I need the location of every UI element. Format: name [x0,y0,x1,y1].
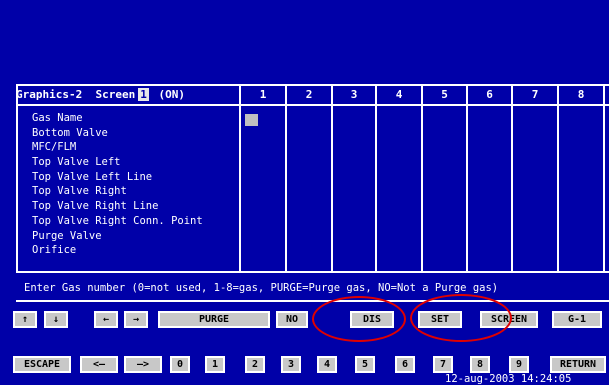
screen-title: Graphics-2 Screen 1 (ON) [16,88,185,101]
grid-col-divider-3 [375,84,377,273]
row-label-top-valve-right-line: Top Valve Right Line [32,200,159,213]
digit-key-6[interactable]: 6 [395,356,415,373]
digit-key-5[interactable]: 5 [355,356,375,373]
digit-key-7[interactable]: 7 [433,356,453,373]
no-button[interactable]: NO [276,311,308,328]
digit-key-2[interactable]: 2 [245,356,265,373]
screen-state: (ON) [158,88,185,101]
column-header-5: 5 [441,88,448,101]
grid-header-line [16,104,609,106]
status-time: 14:24:05 [520,373,572,385]
grid-col-divider-6 [511,84,513,273]
grid-right-edge [603,84,605,273]
row-labels: Gas Name Bottom Valve MFC/FLM Top Valve … [32,111,237,258]
arrow-down-button[interactable]: ↓ [44,311,68,328]
row-label-top-valve-left-line: Top Valve Left Line [32,170,153,183]
grid-left-edge [16,84,18,273]
column-header-8: 8 [577,88,585,101]
column-header-3: 3 [350,88,358,101]
row-label-top-valve-left: Top Valve Left [32,156,121,169]
status-datetime: 12-aug-2003 14:24:05 [445,373,571,385]
g1-button[interactable]: G-1 [552,311,602,328]
grid-col-divider-4 [421,84,423,273]
screen-title-prefix: Graphics-2 Screen [16,88,136,101]
column-header-7: 7 [531,88,539,101]
digit-key-8[interactable]: 8 [470,356,490,373]
purge-button[interactable]: PURGE [158,311,270,328]
digit-key-9[interactable]: 9 [509,356,529,373]
annotation-circle-set [410,294,512,342]
status-date: 12-aug-2003 [445,373,515,385]
row-label-top-valve-right: Top Valve Right [32,185,127,198]
prompt-message: Enter Gas number (0=not used, 1-8=gas, P… [24,282,499,294]
back-key[interactable]: <— [80,356,118,373]
grid-bottom-line [16,271,609,273]
digit-key-0[interactable]: 0 [170,356,190,373]
column-header-6: 6 [486,88,493,101]
grid-label-divider [239,84,241,273]
column-header-1: 1 [259,88,267,101]
arrow-left-button[interactable]: ← [94,311,118,328]
row-label-bottom-valve: Bottom Valve [32,126,108,139]
message-divider [16,300,609,302]
escape-key[interactable]: ESCAPE [13,356,71,373]
digit-key-1[interactable]: 1 [205,356,225,373]
column-header-4: 4 [395,88,403,101]
grid-col-divider-1 [285,84,287,273]
column-header-2: 2 [305,88,313,101]
grid-col-divider-7 [557,84,559,273]
row-label-top-valve-right-conn-point: Top Valve Right Conn. Point [32,214,203,227]
return-key[interactable]: RETURN [550,356,606,373]
screen-number: 1 [138,88,149,101]
digit-key-4[interactable]: 4 [317,356,337,373]
forward-key[interactable]: —> [124,356,162,373]
row-label-gas-name: Gas Name [32,112,83,124]
digit-key-3[interactable]: 3 [281,356,301,373]
arrow-right-button[interactable]: → [124,311,148,328]
grid-col-divider-5 [466,84,468,273]
arrow-up-button[interactable]: ↑ [13,311,37,328]
row-label-mfc-flm: MFC/FLM [32,141,77,154]
grid-col-divider-2 [331,84,333,273]
row-label-orifice: Orifice [32,244,77,257]
annotation-circle-dis [312,296,406,342]
row-label-purge-valve: Purge Valve [32,229,102,242]
input-cursor[interactable] [245,114,258,126]
